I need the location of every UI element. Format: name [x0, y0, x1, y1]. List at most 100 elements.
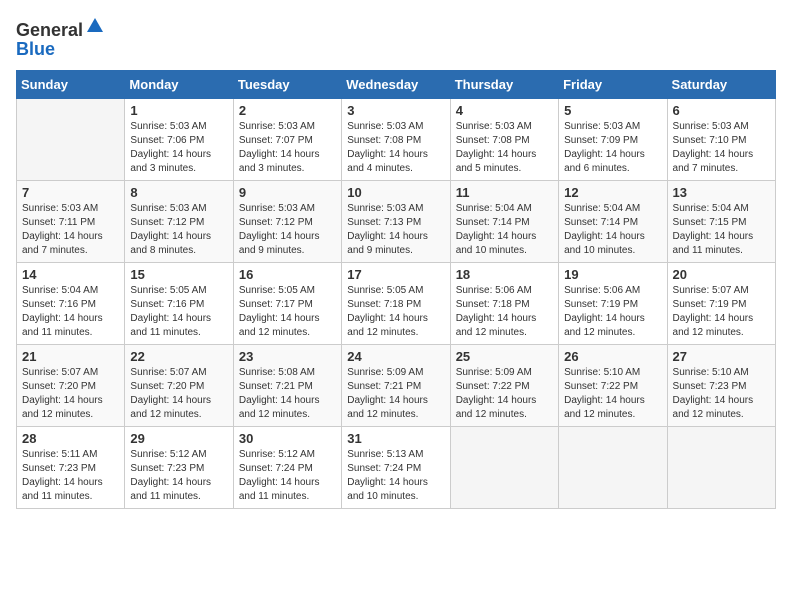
day-number: 22: [130, 349, 227, 364]
calendar-cell: 20 Sunrise: 5:07 AM Sunset: 7:19 PM Dayli…: [667, 262, 775, 344]
day-number: 27: [673, 349, 770, 364]
calendar-cell: 18 Sunrise: 5:06 AM Sunset: 7:18 PM Dayli…: [450, 262, 558, 344]
day-number: 10: [347, 185, 444, 200]
day-info: Sunrise: 5:09 AM Sunset: 7:22 PM Dayligh…: [456, 366, 553, 422]
logo-blue: Blue: [16, 39, 105, 60]
day-number: 11: [456, 185, 553, 200]
day-number: 2: [239, 103, 336, 118]
day-number: 30: [239, 431, 336, 446]
day-number: 21: [22, 349, 119, 364]
page-header: General Blue: [16, 16, 776, 60]
calendar-cell: 9Sunrise: 5:03 AM Sunset: 7:12 PM Daylig…: [233, 180, 341, 262]
day-number: 1: [130, 103, 227, 118]
day-info: Sunrise: 5:03 AM Sunset: 7:08 PM Dayligh…: [456, 120, 553, 176]
calendar-week-row: 1 Sunrise: 5:03 AM Sunset: 7:06 PM Daylig…: [17, 98, 776, 180]
day-number: 25: [456, 349, 553, 364]
calendar-cell: 25 Sunrise: 5:09 AM Sunset: 7:22 PM Dayli…: [450, 344, 558, 426]
calendar-cell: 29 Sunrise: 5:12 AM Sunset: 7:23 PM Dayli…: [125, 426, 233, 508]
calendar-cell: 13 Sunrise: 5:04 AM Sunset: 7:15 PM Dayli…: [667, 180, 775, 262]
calendar-cell: 2Sunrise: 5:03 AM Sunset: 7:07 PM Daylig…: [233, 98, 341, 180]
calendar-cell: 27 Sunrise: 5:10 AM Sunset: 7:23 PM Dayli…: [667, 344, 775, 426]
day-info: Sunrise: 5:03 AM Sunset: 7:11 PM Dayligh…: [22, 202, 119, 258]
day-number: 8: [130, 185, 227, 200]
col-header-saturday: Saturday: [667, 70, 775, 98]
col-header-monday: Monday: [125, 70, 233, 98]
day-number: 24: [347, 349, 444, 364]
day-info: Sunrise: 5:05 AM Sunset: 7:18 PM Dayligh…: [347, 284, 444, 340]
day-number: 17: [347, 267, 444, 282]
day-info: Sunrise: 5:07 AM Sunset: 7:20 PM Dayligh…: [130, 366, 227, 422]
calendar-header-row: SundayMondayTuesdayWednesdayThursdayFrid…: [17, 70, 776, 98]
day-number: 13: [673, 185, 770, 200]
day-number: 5: [564, 103, 661, 118]
day-number: 19: [564, 267, 661, 282]
calendar-cell: 6 Sunrise: 5:03 AM Sunset: 7:10 PM Daylig…: [667, 98, 775, 180]
calendar-week-row: 28Sunrise: 5:11 AM Sunset: 7:23 PM Dayli…: [17, 426, 776, 508]
calendar-cell: 12 Sunrise: 5:04 AM Sunset: 7:14 PM Dayli…: [559, 180, 667, 262]
day-number: 15: [130, 267, 227, 282]
day-number: 16: [239, 267, 336, 282]
day-number: 9: [239, 185, 336, 200]
day-info: Sunrise: 5:07 AM Sunset: 7:19 PM Dayligh…: [673, 284, 770, 340]
day-info: Sunrise: 5:03 AM Sunset: 7:13 PM Dayligh…: [347, 202, 444, 258]
calendar-cell: 19Sunrise: 5:06 AM Sunset: 7:19 PM Dayli…: [559, 262, 667, 344]
calendar-cell: 28Sunrise: 5:11 AM Sunset: 7:23 PM Dayli…: [17, 426, 125, 508]
day-info: Sunrise: 5:12 AM Sunset: 7:24 PM Dayligh…: [239, 448, 336, 504]
day-number: 4: [456, 103, 553, 118]
col-header-sunday: Sunday: [17, 70, 125, 98]
calendar-cell: 1 Sunrise: 5:03 AM Sunset: 7:06 PM Daylig…: [125, 98, 233, 180]
day-number: 26: [564, 349, 661, 364]
logo: General Blue: [16, 16, 105, 60]
col-header-wednesday: Wednesday: [342, 70, 450, 98]
day-number: 18: [456, 267, 553, 282]
calendar-cell: 15 Sunrise: 5:05 AM Sunset: 7:16 PM Dayli…: [125, 262, 233, 344]
day-number: 29: [130, 431, 227, 446]
col-header-friday: Friday: [559, 70, 667, 98]
calendar-cell: 4 Sunrise: 5:03 AM Sunset: 7:08 PM Daylig…: [450, 98, 558, 180]
calendar-cell: 8 Sunrise: 5:03 AM Sunset: 7:12 PM Daylig…: [125, 180, 233, 262]
calendar-week-row: 14Sunrise: 5:04 AM Sunset: 7:16 PM Dayli…: [17, 262, 776, 344]
day-number: 12: [564, 185, 661, 200]
calendar-cell: [450, 426, 558, 508]
day-info: Sunrise: 5:03 AM Sunset: 7:06 PM Dayligh…: [130, 120, 227, 176]
day-info: Sunrise: 5:08 AM Sunset: 7:21 PM Dayligh…: [239, 366, 336, 422]
calendar-cell: 14Sunrise: 5:04 AM Sunset: 7:16 PM Dayli…: [17, 262, 125, 344]
day-info: Sunrise: 5:04 AM Sunset: 7:14 PM Dayligh…: [456, 202, 553, 258]
calendar-table: SundayMondayTuesdayWednesdayThursdayFrid…: [16, 70, 776, 509]
day-info: Sunrise: 5:13 AM Sunset: 7:24 PM Dayligh…: [347, 448, 444, 504]
col-header-tuesday: Tuesday: [233, 70, 341, 98]
day-info: Sunrise: 5:03 AM Sunset: 7:12 PM Dayligh…: [130, 202, 227, 258]
calendar-cell: 24 Sunrise: 5:09 AM Sunset: 7:21 PM Dayli…: [342, 344, 450, 426]
day-info: Sunrise: 5:04 AM Sunset: 7:14 PM Dayligh…: [564, 202, 661, 258]
day-number: 6: [673, 103, 770, 118]
day-info: Sunrise: 5:04 AM Sunset: 7:16 PM Dayligh…: [22, 284, 119, 340]
calendar-cell: 31 Sunrise: 5:13 AM Sunset: 7:24 PM Dayli…: [342, 426, 450, 508]
day-info: Sunrise: 5:05 AM Sunset: 7:17 PM Dayligh…: [239, 284, 336, 340]
logo-general: General: [16, 20, 83, 40]
day-info: Sunrise: 5:03 AM Sunset: 7:09 PM Dayligh…: [564, 120, 661, 176]
day-number: 3: [347, 103, 444, 118]
day-number: 31: [347, 431, 444, 446]
day-info: Sunrise: 5:06 AM Sunset: 7:18 PM Dayligh…: [456, 284, 553, 340]
calendar-cell: 11 Sunrise: 5:04 AM Sunset: 7:14 PM Dayli…: [450, 180, 558, 262]
day-info: Sunrise: 5:12 AM Sunset: 7:23 PM Dayligh…: [130, 448, 227, 504]
calendar-cell: [559, 426, 667, 508]
calendar-cell: [667, 426, 775, 508]
calendar-cell: 17 Sunrise: 5:05 AM Sunset: 7:18 PM Dayli…: [342, 262, 450, 344]
day-number: 20: [673, 267, 770, 282]
day-number: 28: [22, 431, 119, 446]
day-info: Sunrise: 5:03 AM Sunset: 7:10 PM Dayligh…: [673, 120, 770, 176]
calendar-cell: 10 Sunrise: 5:03 AM Sunset: 7:13 PM Dayli…: [342, 180, 450, 262]
logo-icon: [85, 16, 105, 36]
calendar-cell: 30 Sunrise: 5:12 AM Sunset: 7:24 PM Dayli…: [233, 426, 341, 508]
day-info: Sunrise: 5:04 AM Sunset: 7:15 PM Dayligh…: [673, 202, 770, 258]
day-info: Sunrise: 5:05 AM Sunset: 7:16 PM Dayligh…: [130, 284, 227, 340]
calendar-cell: 7Sunrise: 5:03 AM Sunset: 7:11 PM Daylig…: [17, 180, 125, 262]
calendar-cell: [17, 98, 125, 180]
calendar-cell: 21 Sunrise: 5:07 AM Sunset: 7:20 PM Dayli…: [17, 344, 125, 426]
day-info: Sunrise: 5:09 AM Sunset: 7:21 PM Dayligh…: [347, 366, 444, 422]
day-info: Sunrise: 5:10 AM Sunset: 7:23 PM Dayligh…: [673, 366, 770, 422]
col-header-thursday: Thursday: [450, 70, 558, 98]
calendar-cell: 3Sunrise: 5:03 AM Sunset: 7:08 PM Daylig…: [342, 98, 450, 180]
day-info: Sunrise: 5:07 AM Sunset: 7:20 PM Dayligh…: [22, 366, 119, 422]
